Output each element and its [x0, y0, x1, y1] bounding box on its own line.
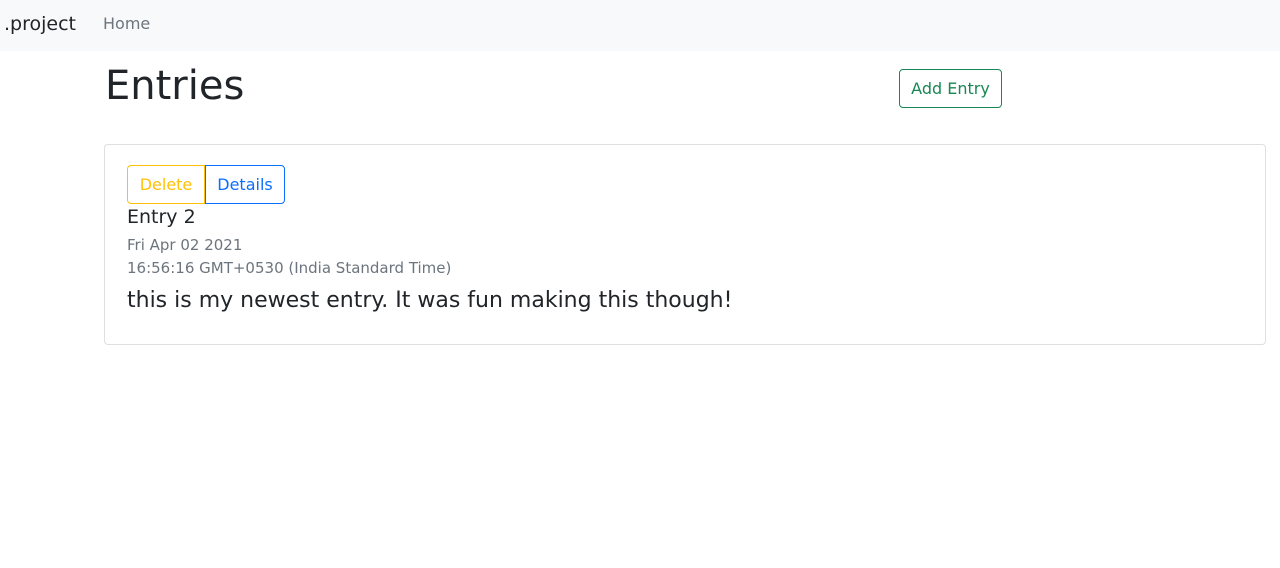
entry-card: Delete Details Entry 2 Fri Apr 02 2021 1… — [104, 144, 1266, 345]
delete-button[interactable]: Delete — [127, 165, 205, 204]
nav-link-home[interactable]: Home — [103, 14, 150, 34]
entry-date: Fri Apr 02 2021 — [127, 236, 243, 254]
page-title: Entries — [105, 63, 245, 109]
brand-link[interactable]: .project — [4, 12, 76, 36]
entry-title: Entry 2 — [127, 206, 196, 228]
entry-time: 16:56:16 GMT+0530 (India Standard Time) — [127, 259, 452, 277]
entry-text: this is my newest entry. It was fun maki… — [127, 288, 733, 313]
details-button[interactable]: Details — [205, 165, 285, 204]
add-entry-button[interactable]: Add Entry — [899, 69, 1002, 108]
navbar: .project Home — [0, 0, 1280, 51]
